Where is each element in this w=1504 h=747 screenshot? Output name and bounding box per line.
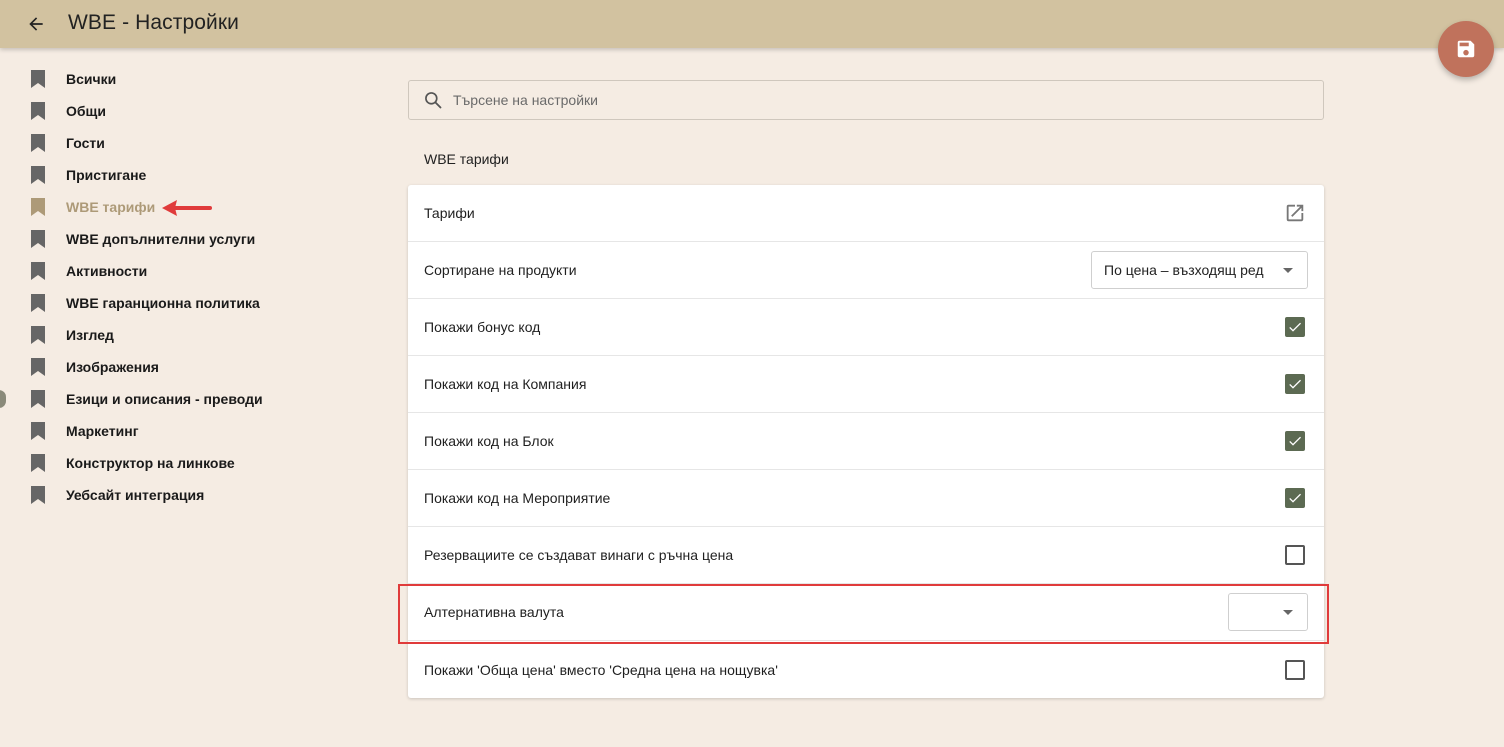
bookmark-icon	[30, 454, 46, 472]
setting-checkbox-checked[interactable]	[1285, 488, 1305, 508]
sidebar-item-8[interactable]: Изглед	[30, 319, 350, 351]
drawer-handle[interactable]	[0, 390, 6, 408]
setting-row: Покажи код на Блок	[408, 413, 1324, 470]
setting-control	[1284, 202, 1308, 224]
setting-label: Резервациите се създават винаги с ръчна …	[424, 547, 734, 563]
floppy-disk-icon	[1457, 40, 1475, 58]
back-button[interactable]	[22, 10, 50, 38]
setting-label: Покажи бонус код	[424, 319, 541, 335]
open-in-new-icon[interactable]	[1284, 202, 1306, 224]
sidebar-item-0[interactable]: Всички	[30, 63, 350, 95]
bookmark-icon	[30, 294, 46, 312]
sidebar-item-label: Пристигане	[66, 167, 147, 183]
bookmark-icon	[30, 326, 46, 344]
bookmark-icon	[30, 262, 46, 280]
search-icon	[423, 90, 443, 110]
sidebar-item-label: Езици и описания - преводи	[66, 391, 263, 407]
caret-down-icon	[1283, 267, 1293, 273]
setting-checkbox[interactable]	[1285, 545, 1305, 565]
sidebar-item-1[interactable]: Общи	[30, 95, 350, 127]
checkmark-icon	[1289, 322, 1301, 332]
setting-row: Покажи код на Мероприятие	[408, 470, 1324, 527]
sidebar-item-label: Всички	[66, 71, 117, 87]
sidebar-item-7[interactable]: WBE гаранционна политика	[30, 287, 350, 319]
bookmark-icon	[30, 198, 46, 216]
setting-label: Алтернативна валута	[424, 604, 564, 620]
sidebar-item-label: Гости	[66, 135, 105, 151]
section-title: WBE тарифи	[424, 151, 509, 167]
select-value: По цена – възходящ ред	[1104, 262, 1264, 278]
setting-row: Покажи код на Компания	[408, 356, 1324, 413]
sidebar-item-3[interactable]: Пристигане	[30, 159, 350, 191]
sidebar-item-label: Изглед	[66, 327, 114, 343]
bookmark-icon	[30, 422, 46, 440]
bookmark-icon	[30, 358, 46, 376]
page-title: WBE - Настройки	[68, 11, 239, 34]
setting-select[interactable]	[1228, 593, 1308, 631]
setting-checkbox-checked[interactable]	[1285, 431, 1305, 451]
sidebar-item-label: Изображения	[66, 359, 159, 375]
setting-control	[1285, 431, 1308, 451]
setting-row: Покажи бонус код	[408, 299, 1324, 356]
sidebar-item-2[interactable]: Гости	[30, 127, 350, 159]
setting-checkbox-checked[interactable]	[1285, 374, 1305, 394]
settings-card: Тарифи Сортиране на продукти По цена – въз…	[408, 185, 1324, 698]
setting-label: Покажи код на Компания	[424, 376, 587, 392]
setting-control	[1285, 317, 1308, 337]
bookmark-icon	[30, 390, 46, 408]
setting-control	[1285, 659, 1308, 680]
bookmark-icon	[30, 102, 46, 120]
setting-checkbox[interactable]	[1285, 659, 1305, 680]
sidebar-item-12[interactable]: Конструктор на линкове	[30, 447, 350, 479]
settings-search	[408, 80, 1324, 120]
annotation-arrow-icon	[162, 200, 212, 216]
setting-label: Покажи код на Блок	[424, 433, 554, 449]
sidebar-item-label: Активности	[66, 263, 148, 279]
setting-row: Резервациите се създават винаги с ръчна …	[408, 527, 1324, 584]
checkmark-icon	[1289, 436, 1301, 446]
sidebar-item-11[interactable]: Маркетинг	[30, 415, 350, 447]
search-input[interactable]	[453, 92, 1313, 108]
sidebar-item-5[interactable]: WBE допълнителни услуги	[30, 223, 350, 255]
setting-control	[1228, 593, 1308, 631]
checkmark-icon	[1289, 493, 1301, 503]
setting-label: Покажи код на Мероприятие	[424, 490, 611, 506]
bookmark-icon	[30, 486, 46, 504]
sidebar-item-label: Общи	[66, 103, 106, 119]
sidebar-item-label: WBE тарифи	[66, 199, 156, 215]
checkmark-icon	[1289, 379, 1301, 389]
setting-control	[1285, 545, 1308, 565]
setting-row: Покажи 'Обща цена' вместо 'Средна цена н…	[408, 641, 1324, 698]
sidebar-item-label: WBE допълнителни услуги	[66, 231, 256, 247]
bookmark-icon	[30, 230, 46, 248]
setting-row: Тарифи	[408, 185, 1324, 242]
sidebar-item-label: Уебсайт интеграция	[66, 487, 205, 503]
sidebar-item-10[interactable]: Езици и описания - преводи	[30, 383, 350, 415]
setting-select[interactable]: По цена – възходящ ред	[1091, 251, 1308, 289]
sidebar-item-label: Маркетинг	[66, 423, 139, 439]
settings-sidebar: Всички Общи Гости Пристигане WBE тарифи WBE д…	[30, 63, 350, 511]
bookmark-icon	[30, 134, 46, 152]
setting-row: Сортиране на продукти По цена – възходящ …	[408, 242, 1324, 299]
setting-label: Покажи 'Обща цена' вместо 'Средна цена н…	[424, 661, 778, 678]
bookmark-icon	[30, 70, 46, 88]
sidebar-item-label: Конструктор на линкове	[66, 455, 235, 471]
setting-control	[1285, 488, 1308, 508]
sidebar-item-6[interactable]: Активности	[30, 255, 350, 287]
sidebar-item-13[interactable]: Уебсайт интеграция	[30, 479, 350, 511]
arrow-left-icon	[29, 17, 43, 31]
setting-label: Тарифи	[424, 205, 475, 221]
sidebar-item-label: WBE гаранционна политика	[66, 295, 260, 311]
bookmark-icon	[30, 166, 46, 184]
setting-control	[1285, 374, 1308, 394]
caret-down-icon	[1283, 609, 1293, 615]
setting-control: По цена – възходящ ред	[1091, 251, 1308, 289]
save-button[interactable]	[1438, 21, 1494, 77]
setting-checkbox-checked[interactable]	[1285, 317, 1305, 337]
setting-label: Сортиране на продукти	[424, 262, 577, 278]
app-header: WBE - Настройки	[0, 0, 1504, 48]
setting-row: Алтернативна валута	[408, 584, 1324, 641]
sidebar-item-9[interactable]: Изображения	[30, 351, 350, 383]
